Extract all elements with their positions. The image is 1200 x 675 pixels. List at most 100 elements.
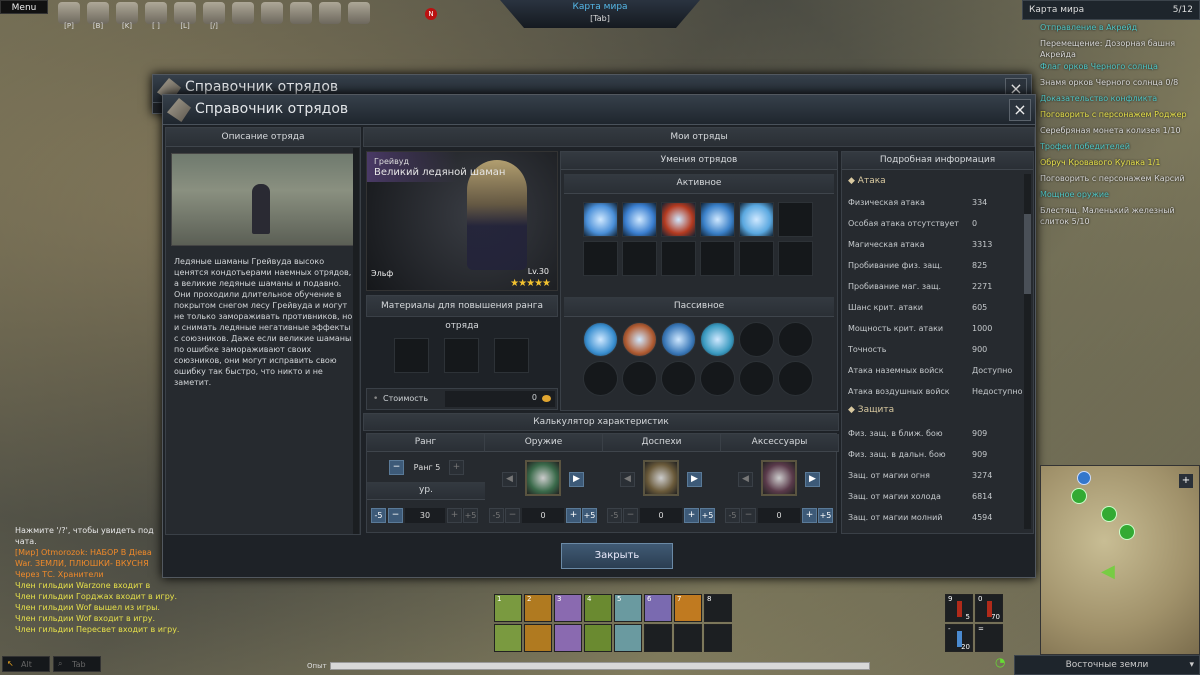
minimap[interactable]: ◀ + <box>1040 465 1200 655</box>
empty-passive-slot[interactable] <box>778 322 813 357</box>
menu-button[interactable]: Menu <box>0 0 48 14</box>
potion-slot[interactable]: 95 <box>945 594 973 622</box>
active-skill-icon[interactable] <box>583 202 618 237</box>
hotbar-skill[interactable] <box>524 624 552 652</box>
hotbar-empty-slot[interactable] <box>674 624 702 652</box>
empty-passive-slot[interactable] <box>583 361 618 396</box>
enhance-value[interactable]: 0 <box>640 508 682 523</box>
quest-tracker-item[interactable]: Знамя орков Черного солнца 0/8 <box>1024 77 1200 88</box>
increase-button[interactable]: + <box>684 508 699 523</box>
active-skill-icon[interactable] <box>700 202 735 237</box>
empty-skill-slot[interactable] <box>778 202 813 237</box>
potion-slot[interactable]: -20 <box>945 624 973 652</box>
details-scrollbar[interactable] <box>1024 174 1031 529</box>
gift-icon[interactable] <box>290 2 312 24</box>
book-icon[interactable] <box>116 2 138 24</box>
pvp-icon[interactable] <box>319 2 341 24</box>
zone-selector[interactable]: Восточные земли ▾ <box>1014 655 1200 675</box>
close-button[interactable]: Закрыть <box>561 543 673 569</box>
hotbar-skill[interactable] <box>584 624 612 652</box>
prev-item-button[interactable]: ◀ <box>738 472 753 487</box>
level-increase-button[interactable]: + <box>447 508 462 523</box>
rank-increase-button[interactable]: + <box>449 460 464 475</box>
minus5-button[interactable]: -5 <box>725 508 740 523</box>
passive-skill-icon[interactable] <box>583 322 618 357</box>
hotbar-skill[interactable]: 2 <box>524 594 552 622</box>
hotbar-skill[interactable]: 5 <box>614 594 642 622</box>
hotbar-empty-slot[interactable] <box>704 624 732 652</box>
level-decrease-button[interactable]: − <box>388 508 403 523</box>
increase-button[interactable]: + <box>802 508 817 523</box>
hotbar-skill[interactable]: 6 <box>644 594 672 622</box>
next-item-button[interactable]: ▶ <box>569 472 584 487</box>
quest-tracker-item[interactable]: Мощное оружие <box>1024 189 1200 200</box>
material-slot[interactable] <box>394 338 429 373</box>
next-item-button[interactable]: ▶ <box>805 472 820 487</box>
close-icon[interactable]: × <box>1009 99 1031 121</box>
zoom-in-button[interactable]: + <box>1179 474 1193 488</box>
quest-tracker-item[interactable]: Поговорить с персонажем Карсий <box>1024 173 1200 184</box>
hotbar-skill[interactable]: 7 <box>674 594 702 622</box>
description-scrollbar[interactable] <box>353 148 359 534</box>
quest-tracker-item[interactable]: Отправление в Акрейд <box>1024 22 1200 33</box>
guild-icon[interactable] <box>261 2 283 24</box>
empty-passive-slot[interactable] <box>661 361 696 396</box>
potion-slot[interactable]: = <box>975 624 1003 652</box>
hotbar-skill[interactable] <box>614 624 642 652</box>
empty-skill-slot[interactable] <box>739 241 774 276</box>
potion-slot[interactable]: 0 70 <box>975 594 1003 622</box>
quest-tracker-item[interactable]: Доказательство конфликта <box>1024 93 1200 104</box>
increase-button[interactable]: + <box>566 508 581 523</box>
enhance-value[interactable]: 0 <box>758 508 800 523</box>
passive-skill-icon[interactable] <box>700 322 735 357</box>
crafting-icon[interactable] <box>232 2 254 24</box>
active-skill-icon[interactable] <box>739 202 774 237</box>
empty-skill-slot[interactable] <box>622 241 657 276</box>
hotbar-skill[interactable]: 1 <box>494 594 522 622</box>
plus5-button[interactable]: +5 <box>818 508 833 523</box>
plus5-button[interactable]: +5 <box>582 508 597 523</box>
quest-tracker-item[interactable]: Перемещение: Дозорная башня Акрейда <box>1024 38 1200 60</box>
minus5-button[interactable]: -5 <box>489 508 504 523</box>
empty-passive-slot[interactable] <box>622 361 657 396</box>
level-plus5-button[interactable]: +5 <box>463 508 478 523</box>
empty-skill-slot[interactable] <box>661 241 696 276</box>
hotbar-skill[interactable] <box>494 624 522 652</box>
decrease-button[interactable]: − <box>741 508 756 523</box>
skill-icon[interactable] <box>145 2 167 24</box>
map-note-icon[interactable] <box>348 2 370 24</box>
quest-tracker-item[interactable]: Обруч Кровавого Кулака 1/1 <box>1024 157 1200 168</box>
notification-badge[interactable]: N <box>425 8 437 20</box>
passive-skill-icon[interactable] <box>661 322 696 357</box>
level-value[interactable]: 30 <box>405 508 445 523</box>
level-minus5-button[interactable]: -5 <box>371 508 386 523</box>
enhance-value[interactable]: 0 <box>522 508 564 523</box>
active-skill-icon[interactable] <box>622 202 657 237</box>
hotbar-empty-slot[interactable]: 8 <box>704 594 732 622</box>
decrease-button[interactable]: − <box>505 508 520 523</box>
world-map-banner[interactable]: Карта мира [Tab] <box>500 0 700 28</box>
passive-skill-icon[interactable] <box>622 322 657 357</box>
empty-passive-slot[interactable] <box>739 361 774 396</box>
material-slot[interactable] <box>444 338 479 373</box>
material-slot[interactable] <box>494 338 529 373</box>
empty-skill-slot[interactable] <box>778 241 813 276</box>
empty-skill-slot[interactable] <box>583 241 618 276</box>
quest-tracker-item[interactable]: Поговорить с персонажем Роджер <box>1024 109 1200 120</box>
prev-item-button[interactable]: ◀ <box>502 472 517 487</box>
quest-tracker-item[interactable]: Трофеи победителей <box>1024 141 1200 152</box>
hotbar-skill[interactable]: 3 <box>554 594 582 622</box>
rank-decrease-button[interactable]: − <box>389 460 404 475</box>
hotbar-skill[interactable]: 4 <box>584 594 612 622</box>
bow-icon[interactable] <box>87 2 109 24</box>
quest-tracker-item[interactable]: Серебряная монета колизея 1/10 <box>1024 125 1200 136</box>
hotbar-empty-slot[interactable] <box>644 624 672 652</box>
plus5-button[interactable]: +5 <box>700 508 715 523</box>
active-skill-icon[interactable] <box>661 202 696 237</box>
quest-tracker-item[interactable]: Блестящ. Маленький железный слиток 5/10 <box>1024 205 1200 227</box>
next-item-button[interactable]: ▶ <box>687 472 702 487</box>
unit-card[interactable]: Грейвуд Великий ледяной шаман Эльф Lv.30… <box>366 151 558 291</box>
helmet-icon[interactable] <box>58 2 80 24</box>
hotbar-skill[interactable] <box>554 624 582 652</box>
empty-passive-slot[interactable] <box>778 361 813 396</box>
